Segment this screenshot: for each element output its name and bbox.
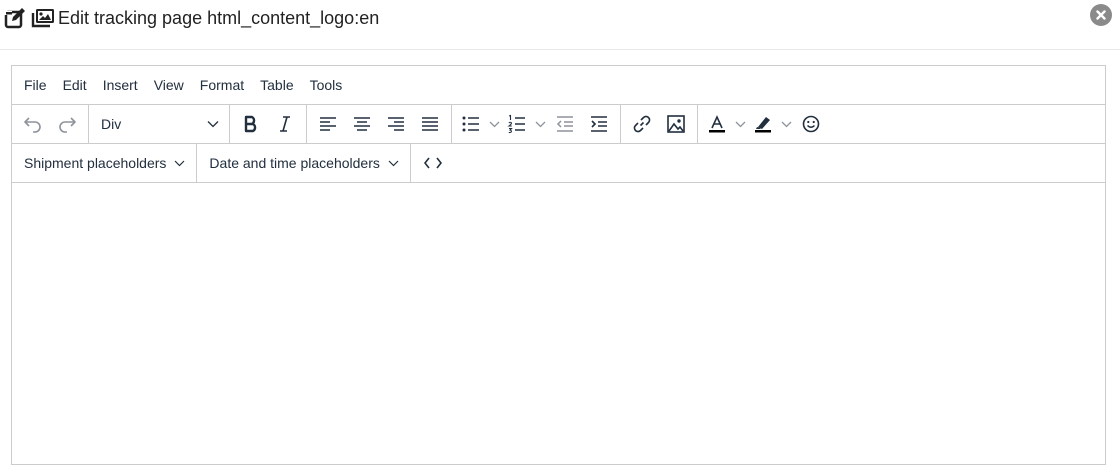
align-justify-icon <box>422 117 438 131</box>
align-justify-button[interactable] <box>413 109 447 139</box>
link-icon <box>633 115 651 133</box>
italic-icon <box>280 116 290 132</box>
placeholder-toolbar: Shipment placeholders Date and time plac… <box>12 144 1105 183</box>
block-format-value: Div <box>101 116 122 132</box>
highlight-color-button[interactable] <box>748 109 794 139</box>
emoji-button[interactable] <box>794 109 828 139</box>
menu-table[interactable]: Table <box>252 66 301 105</box>
image-button[interactable] <box>659 109 693 139</box>
chevron-down-icon <box>489 121 499 127</box>
text-color-button[interactable] <box>702 109 748 139</box>
images-icon <box>30 7 56 29</box>
menubar: File Edit Insert View Format Table Tools <box>12 66 1105 105</box>
history-group <box>12 105 89 143</box>
datetime-placeholders-label: Date and time placeholders <box>209 155 380 171</box>
indent-icon <box>591 116 607 132</box>
menu-file[interactable]: File <box>16 66 55 105</box>
text-color-icon <box>709 115 725 133</box>
menu-insert[interactable]: Insert <box>95 66 146 105</box>
chevron-down-icon <box>535 121 545 127</box>
highlight-color-icon <box>755 117 771 133</box>
undo-button[interactable] <box>16 109 50 139</box>
datetime-placeholders-dropdown[interactable]: Date and time placeholders <box>197 144 411 182</box>
align-left-icon <box>320 117 336 131</box>
bullet-list-button[interactable] <box>456 109 502 139</box>
chevron-down-icon <box>735 121 745 127</box>
formatting-toolbar: Div <box>12 105 1105 144</box>
redo-icon <box>59 117 76 133</box>
bullet-list-icon <box>462 116 479 132</box>
dialog-header: Edit tracking page html_content_logo:en <box>0 0 1120 50</box>
redo-button[interactable] <box>50 109 84 139</box>
block-format-select[interactable]: Div <box>93 109 225 139</box>
outdent-icon <box>556 116 573 132</box>
list-group <box>452 105 621 143</box>
editor-content-area[interactable] <box>12 183 1105 443</box>
align-center-icon <box>354 117 370 131</box>
block-format-group: Div <box>89 105 230 143</box>
close-button[interactable] <box>1090 4 1112 26</box>
menu-edit[interactable]: Edit <box>55 66 95 105</box>
align-center-button[interactable] <box>345 109 379 139</box>
menu-format[interactable]: Format <box>192 66 252 105</box>
image-icon <box>667 115 685 133</box>
chevron-down-icon <box>207 121 219 128</box>
color-group <box>698 105 832 143</box>
shipment-placeholders-dropdown[interactable]: Shipment placeholders <box>12 144 198 182</box>
italic-button[interactable] <box>268 109 302 139</box>
undo-icon <box>24 117 41 133</box>
alignment-group <box>307 105 452 143</box>
dialog-title: Edit tracking page html_content_logo:en <box>58 8 380 28</box>
bold-button[interactable] <box>234 109 268 139</box>
align-right-icon <box>388 117 404 131</box>
chevron-down-icon <box>174 160 185 166</box>
chevron-down-icon <box>781 121 791 127</box>
close-icon <box>1096 10 1106 20</box>
code-icon <box>423 157 442 169</box>
menu-view[interactable]: View <box>146 66 192 105</box>
insert-group <box>621 105 698 143</box>
menu-tools[interactable]: Tools <box>302 66 351 105</box>
numbered-list-button[interactable] <box>502 109 548 139</box>
edit-icon <box>4 7 28 29</box>
text-style-group <box>230 105 307 143</box>
rich-text-editor: File Edit Insert View Format Table Tools <box>11 65 1106 465</box>
indent-button[interactable] <box>582 109 616 139</box>
align-left-button[interactable] <box>311 109 345 139</box>
shipment-placeholders-label: Shipment placeholders <box>24 155 167 171</box>
outdent-button[interactable] <box>548 109 582 139</box>
link-button[interactable] <box>625 109 659 139</box>
bold-icon <box>244 115 257 133</box>
emoji-icon <box>802 115 820 133</box>
numbered-list-icon <box>507 114 525 134</box>
source-code-button[interactable] <box>411 144 455 182</box>
chevron-down-icon <box>388 160 399 166</box>
align-right-button[interactable] <box>379 109 413 139</box>
header-icons <box>4 7 56 29</box>
